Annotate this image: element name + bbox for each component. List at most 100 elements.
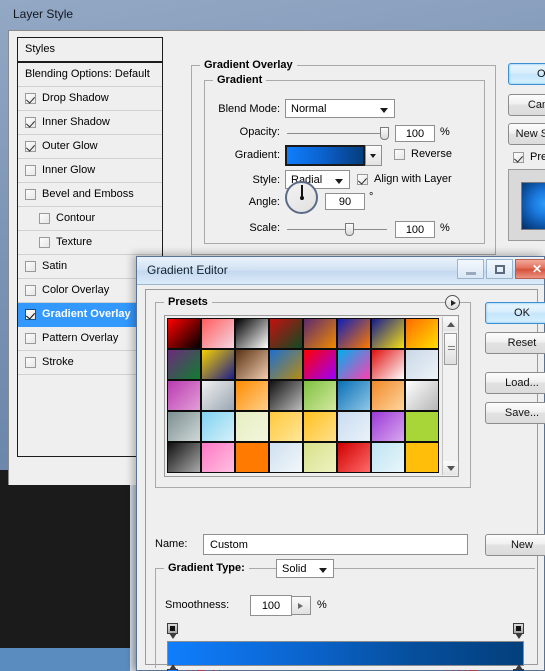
preset-swatch[interactable] bbox=[167, 411, 201, 442]
opacity-slider-track[interactable] bbox=[287, 133, 387, 134]
gradient-editor-new-button[interactable]: New bbox=[485, 534, 545, 556]
gradient-stop-bottom-right[interactable] bbox=[513, 664, 524, 671]
preset-swatch[interactable] bbox=[269, 411, 303, 442]
preset-swatch[interactable] bbox=[405, 380, 439, 411]
style-row-inner-glow[interactable]: Inner Glow bbox=[18, 159, 162, 183]
style-checkbox[interactable] bbox=[25, 165, 36, 176]
gradient-type-dropdown[interactable]: Solid bbox=[276, 559, 334, 578]
preset-swatch[interactable] bbox=[167, 349, 201, 380]
style-row-drop-shadow[interactable]: Drop Shadow bbox=[18, 87, 162, 111]
close-icon[interactable]: ✕ bbox=[515, 259, 545, 279]
preset-swatch[interactable] bbox=[235, 442, 269, 473]
style-row-blending-options-default[interactable]: Blending Options: Default bbox=[18, 63, 162, 87]
gradient-stop-top-left[interactable] bbox=[167, 623, 178, 639]
layer-style-ok-button[interactable]: OK bbox=[508, 63, 545, 85]
new-style-button[interactable]: New Style... bbox=[508, 123, 545, 145]
style-row-inner-shadow[interactable]: Inner Shadow bbox=[18, 111, 162, 135]
style-row-contour[interactable]: Contour bbox=[18, 207, 162, 231]
presets-menu-arrow-icon[interactable] bbox=[445, 295, 460, 310]
preset-swatch[interactable] bbox=[201, 380, 235, 411]
scale-value[interactable]: 100 bbox=[395, 221, 435, 238]
gradient-editor-load-button[interactable]: Load... bbox=[485, 372, 545, 394]
preset-swatch[interactable] bbox=[167, 380, 201, 411]
scale-slider-track[interactable] bbox=[287, 229, 387, 230]
style-checkbox[interactable] bbox=[25, 189, 36, 200]
reverse-checkbox-row[interactable]: Reverse bbox=[394, 148, 452, 160]
preset-swatch[interactable] bbox=[371, 380, 405, 411]
preset-swatch[interactable] bbox=[337, 349, 371, 380]
preset-swatch[interactable] bbox=[405, 318, 439, 349]
style-checkbox[interactable] bbox=[25, 333, 36, 344]
scroll-down-arrow-icon[interactable] bbox=[443, 461, 458, 475]
preset-swatch[interactable] bbox=[167, 318, 201, 349]
preset-swatch[interactable] bbox=[235, 318, 269, 349]
preset-swatch[interactable] bbox=[235, 380, 269, 411]
scrollbar-thumb[interactable] bbox=[444, 333, 457, 365]
style-row-outer-glow[interactable]: Outer Glow bbox=[18, 135, 162, 159]
smoothness-spinner[interactable] bbox=[292, 596, 311, 615]
preset-swatch[interactable] bbox=[235, 349, 269, 380]
style-checkbox[interactable] bbox=[39, 213, 50, 224]
gradient-swatch[interactable] bbox=[285, 145, 365, 166]
presets-swatch-grid[interactable] bbox=[167, 318, 439, 476]
style-checkbox[interactable] bbox=[25, 309, 36, 320]
angle-value[interactable]: 90 bbox=[325, 193, 365, 210]
style-checkbox[interactable] bbox=[25, 93, 36, 104]
gradient-stop-top-right[interactable] bbox=[513, 623, 524, 639]
align-with-layer-checkbox[interactable] bbox=[357, 173, 368, 185]
scale-slider-knob[interactable] bbox=[345, 223, 354, 236]
preset-swatch[interactable] bbox=[371, 442, 405, 473]
preset-swatch[interactable] bbox=[303, 442, 337, 473]
reverse-checkbox[interactable] bbox=[394, 148, 405, 160]
presets-well[interactable] bbox=[164, 315, 459, 477]
preset-swatch[interactable] bbox=[269, 442, 303, 473]
preset-swatch[interactable] bbox=[337, 318, 371, 349]
preset-swatch[interactable] bbox=[167, 442, 201, 473]
align-with-layer-row[interactable]: Align with Layer bbox=[357, 173, 452, 185]
preset-swatch[interactable] bbox=[303, 318, 337, 349]
smoothness-input[interactable]: 100 bbox=[250, 595, 292, 616]
preset-swatch[interactable] bbox=[201, 411, 235, 442]
style-checkbox[interactable] bbox=[25, 261, 36, 272]
layer-style-cancel-button[interactable]: Cancel bbox=[508, 94, 545, 116]
preset-swatch[interactable] bbox=[371, 318, 405, 349]
preset-swatch[interactable] bbox=[405, 411, 439, 442]
opacity-slider-knob[interactable] bbox=[380, 127, 389, 140]
gradient-stop-bottom-left[interactable] bbox=[167, 664, 178, 671]
gradient-preview-bar[interactable] bbox=[167, 641, 524, 666]
preset-swatch[interactable] bbox=[405, 349, 439, 380]
gradient-editor-titlebar[interactable]: Gradient Editor ✕ bbox=[137, 257, 545, 285]
maximize-icon[interactable] bbox=[486, 259, 513, 279]
preset-swatch[interactable] bbox=[201, 349, 235, 380]
preset-swatch[interactable] bbox=[337, 442, 371, 473]
preset-swatch[interactable] bbox=[303, 349, 337, 380]
angle-dial[interactable] bbox=[285, 181, 318, 214]
name-input[interactable]: Custom bbox=[203, 534, 468, 555]
preset-swatch[interactable] bbox=[371, 411, 405, 442]
gradient-picker-button[interactable] bbox=[365, 145, 382, 166]
style-row-texture[interactable]: Texture bbox=[18, 231, 162, 255]
gradient-editor-ok-button[interactable]: OK bbox=[485, 302, 545, 324]
blend-mode-dropdown[interactable]: Normal bbox=[285, 99, 395, 118]
style-checkbox[interactable] bbox=[25, 141, 36, 152]
preset-swatch[interactable] bbox=[371, 349, 405, 380]
preset-swatch[interactable] bbox=[337, 411, 371, 442]
preset-swatch[interactable] bbox=[303, 411, 337, 442]
preset-swatch[interactable] bbox=[201, 318, 235, 349]
style-checkbox[interactable] bbox=[25, 117, 36, 128]
presets-scrollbar[interactable] bbox=[442, 317, 458, 475]
style-checkbox[interactable] bbox=[25, 357, 36, 368]
preset-swatch[interactable] bbox=[303, 380, 337, 411]
preview-checkbox-row[interactable]: Preview bbox=[513, 151, 545, 163]
preset-swatch[interactable] bbox=[269, 380, 303, 411]
minimize-icon[interactable] bbox=[457, 259, 484, 279]
preset-swatch[interactable] bbox=[405, 442, 439, 473]
style-checkbox[interactable] bbox=[39, 237, 50, 248]
gradient-editor-save-button[interactable]: Save... bbox=[485, 402, 545, 424]
preset-swatch[interactable] bbox=[201, 442, 235, 473]
gradient-editor-reset-button[interactable]: Reset bbox=[485, 332, 545, 354]
style-checkbox[interactable] bbox=[25, 285, 36, 296]
scroll-up-arrow-icon[interactable] bbox=[443, 317, 458, 331]
opacity-value[interactable]: 100 bbox=[395, 125, 435, 142]
style-row-bevel-and-emboss[interactable]: Bevel and Emboss bbox=[18, 183, 162, 207]
